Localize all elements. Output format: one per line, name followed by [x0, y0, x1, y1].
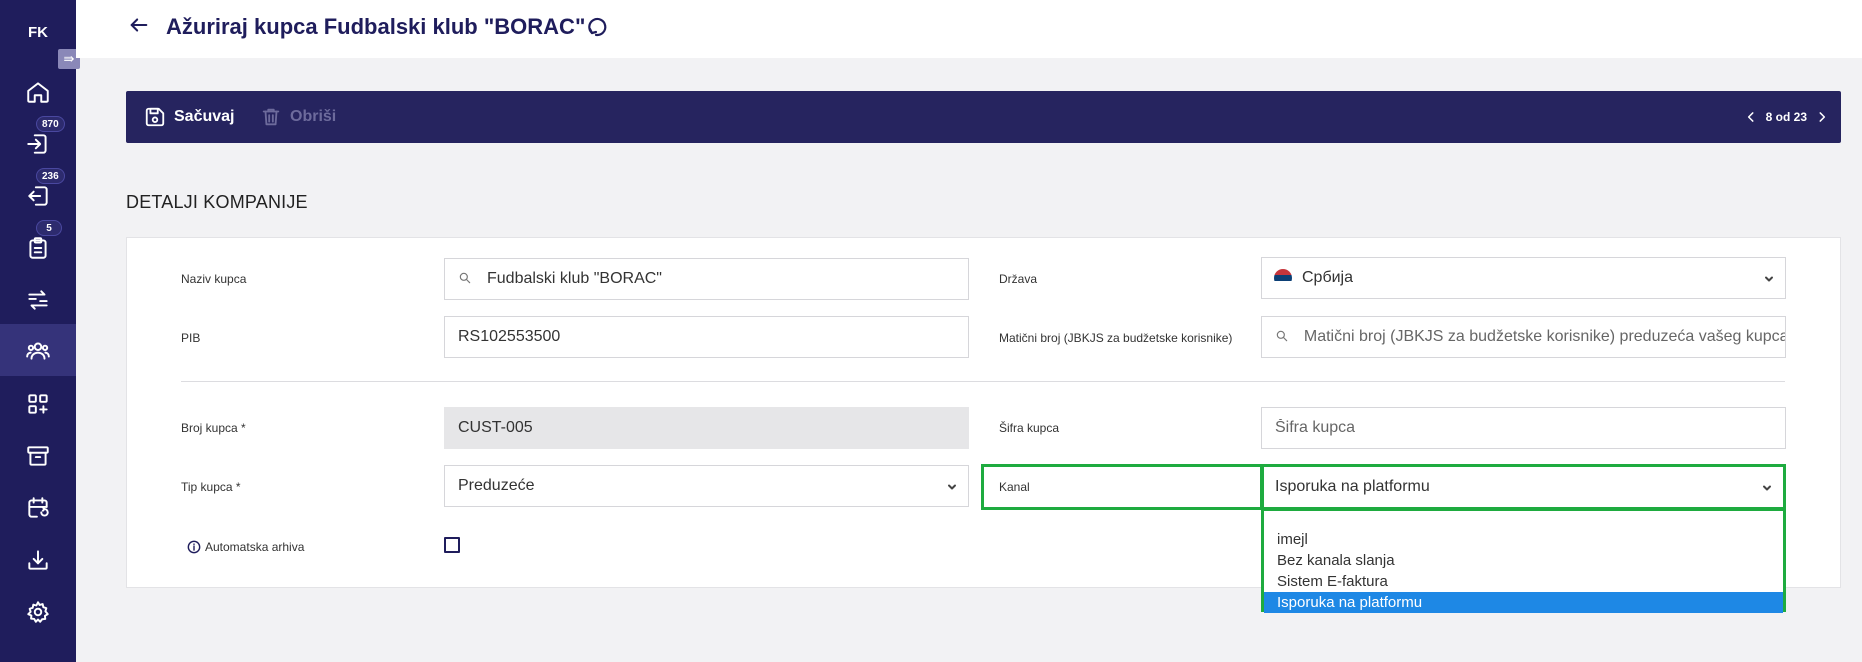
chevron-left-icon[interactable] [1744, 110, 1758, 124]
customer-name-field[interactable]: Fudbalski klub "BORAC" [444, 258, 969, 300]
action-toolbar: Sačuvaj Obriši 8 od 23 [126, 91, 1841, 143]
channel-select[interactable]: Isporuka na platformu [1261, 464, 1786, 510]
delete-button[interactable]: Obriši [260, 91, 336, 143]
channel-dropdown-list: imejl Bez kanala slanja Sistem E-faktura… [1261, 508, 1786, 613]
registry-number-label: Matični broj (JBKJS za budžetske korisni… [999, 331, 1233, 345]
refresh-icon [588, 17, 607, 37]
sidebar-item-apps[interactable] [0, 378, 76, 430]
outbox-count-badge: 236 [36, 168, 65, 184]
auto-archive-label: Automatska arhiva [205, 540, 305, 554]
country-value: Србија [1302, 269, 1354, 286]
sidebar-item-customers[interactable] [0, 324, 76, 376]
sidebar-item-tasks[interactable]: 5 [0, 220, 76, 274]
sidebar-item-inbox[interactable]: 870 [0, 116, 76, 170]
search-icon [458, 271, 474, 287]
section-title: DETALJI KOMPANIJE [126, 192, 308, 212]
inbox-in-icon [27, 134, 47, 154]
registry-number-placeholder: Matični broj (JBKJS za budžetske korisni… [1303, 328, 1785, 345]
pib-field[interactable]: RS102553500 [444, 316, 969, 358]
sidebar-item-transfers[interactable] [0, 274, 76, 326]
pib-value: RS102553500 [458, 328, 561, 345]
page-title: Ažuriraj kupca Fudbalski klub "BORAC" [166, 14, 586, 39]
calendar-sync-icon [28, 497, 49, 518]
auto-archive-checkbox[interactable] [444, 537, 460, 553]
page-header: Ažuriraj kupca Fudbalski klub "BORAC" [76, 0, 1862, 58]
chevron-down-icon [946, 480, 958, 492]
transfer-icon [28, 290, 48, 310]
record-pager: 8 od 23 [1744, 91, 1829, 143]
arrow-left-icon [130, 18, 148, 32]
customer-type-value: Preduzeće [458, 477, 535, 494]
chevron-down-icon [1761, 481, 1773, 493]
customer-type-select[interactable]: Preduzeće [444, 465, 969, 507]
pager-text: 8 od 23 [1765, 110, 1807, 124]
save-label: Sačuvaj [174, 108, 235, 125]
sidebar-item-settings[interactable] [0, 586, 76, 638]
channel-value: Isporuka na platformu [1275, 478, 1430, 495]
inbox-count-badge: 870 [36, 116, 65, 132]
sidebar-item-outbox[interactable]: 236 [0, 168, 76, 222]
trash-icon [262, 108, 280, 126]
form-divider [181, 381, 1785, 382]
delete-label: Obriši [290, 108, 337, 125]
sidebar-item-schedule[interactable] [0, 482, 76, 534]
outbox-icon [28, 186, 48, 206]
sync-status-icon[interactable] [586, 14, 610, 38]
sidebar: FK ⇛ 870 236 5 [0, 0, 80, 662]
save-icon [145, 107, 165, 127]
country-select[interactable]: Србија [1261, 257, 1786, 299]
clipboard-icon [29, 237, 47, 259]
sidebar-item-home[interactable] [0, 66, 76, 118]
customer-code-field[interactable]: Šifra kupca [1261, 407, 1786, 449]
customer-code-placeholder: Šifra kupca [1275, 419, 1356, 436]
customers-icon [26, 342, 50, 360]
tasks-count-badge: 5 [36, 220, 62, 236]
customer-number-value: CUST-005 [458, 419, 533, 436]
channel-label: Kanal [999, 480, 1030, 494]
serbia-flag-icon [1274, 269, 1292, 287]
sidebar-item-downloads[interactable] [0, 534, 76, 586]
channel-option-e-invoice[interactable]: Sistem E-faktura [1264, 571, 1783, 592]
home-icon [27, 82, 49, 103]
download-icon [28, 550, 48, 570]
sidebar-item-archive[interactable] [0, 430, 76, 482]
customer-code-label: Šifra kupca [999, 421, 1060, 435]
save-button[interactable]: Sačuvaj [144, 91, 234, 143]
back-button[interactable] [128, 14, 150, 36]
customer-name-label: Naziv kupca [181, 272, 247, 286]
info-icon[interactable] [187, 540, 201, 554]
apps-add-icon [28, 394, 48, 414]
channel-option-none[interactable]: Bez kanala slanja [1264, 550, 1783, 571]
search-icon [1275, 329, 1291, 345]
chevron-right-icon[interactable] [1815, 110, 1829, 124]
pib-label: PIB [181, 331, 201, 345]
customer-name-value: Fudbalski klub "BORAC" [487, 270, 662, 287]
chevron-down-icon [1763, 272, 1775, 284]
archive-icon [27, 446, 49, 466]
channel-option-email[interactable]: imejl [1264, 529, 1783, 550]
customer-number-label: Broj kupca * [181, 421, 246, 435]
registry-number-field[interactable]: Matični broj (JBKJS za budžetske korisni… [1261, 316, 1786, 358]
country-label: Država [999, 272, 1038, 286]
customer-type-label: Tip kupca * [181, 480, 241, 494]
channel-option-platform[interactable]: Isporuka na platformu [1264, 592, 1783, 613]
customer-number-field: CUST-005 [444, 407, 969, 449]
settings-icon [27, 601, 49, 623]
